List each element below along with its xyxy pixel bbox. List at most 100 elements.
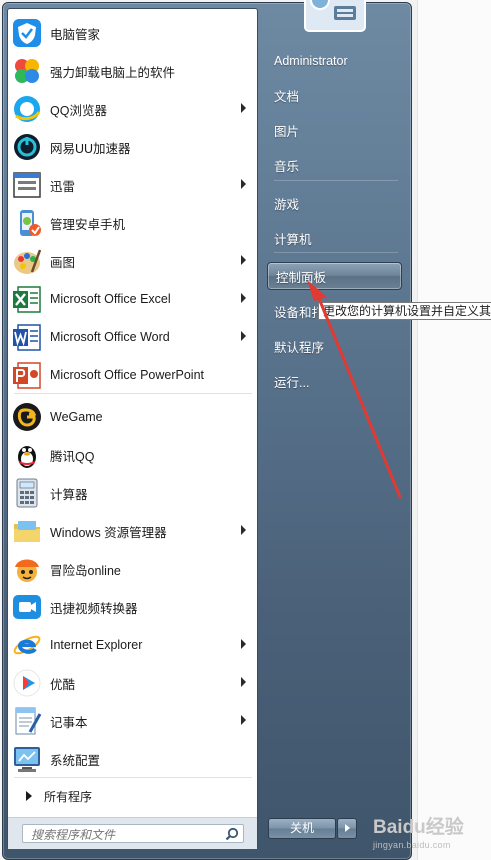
control-panel-link[interactable]: 控制面板 xyxy=(267,262,402,290)
program-item[interactable]: 网易UU加速器 xyxy=(12,128,254,166)
calculator-icon xyxy=(12,478,42,508)
android-manager-icon xyxy=(12,208,42,238)
qq-penguin-icon xyxy=(12,440,42,470)
control-panel-label: 控制面板 xyxy=(276,270,327,285)
submenu-arrow-icon[interactable] xyxy=(241,715,246,725)
word-icon xyxy=(12,322,42,352)
youku-icon xyxy=(12,668,42,698)
program-item[interactable]: 画图 xyxy=(12,242,254,280)
program-item[interactable]: 迅捷视频转换器 xyxy=(12,588,254,626)
submenu-arrow-icon[interactable] xyxy=(241,677,246,687)
all-programs-button[interactable]: 所有程序 xyxy=(12,781,254,811)
program-label: 迅雷 xyxy=(50,179,76,194)
notepad-icon xyxy=(12,706,42,736)
menu-separator xyxy=(14,393,252,394)
submenu-arrow-icon[interactable] xyxy=(241,525,246,535)
program-item[interactable]: Microsoft Office PowerPoint xyxy=(12,356,254,394)
search-field[interactable] xyxy=(22,824,244,843)
user-name-label: Administrator xyxy=(274,54,348,68)
documents-label: 文档 xyxy=(274,89,300,104)
background-sheet xyxy=(417,0,491,860)
program-label: 迅捷视频转换器 xyxy=(50,601,138,616)
program-item[interactable]: 计算器 xyxy=(12,474,254,512)
submenu-arrow-icon[interactable] xyxy=(241,255,246,265)
program-label: 记事本 xyxy=(50,715,88,730)
computer-label: 计算机 xyxy=(274,232,312,247)
submenu-arrow-icon[interactable] xyxy=(241,293,246,303)
windows-explorer-icon xyxy=(12,516,42,546)
program-item[interactable]: 冒险岛online xyxy=(12,550,254,588)
pictures-label: 图片 xyxy=(274,124,300,139)
program-item[interactable]: Microsoft Office Excel xyxy=(12,280,254,318)
submenu-arrow-icon[interactable] xyxy=(241,179,246,189)
default-programs-label: 默认程序 xyxy=(274,340,325,355)
video-converter-icon xyxy=(12,592,42,622)
maplestory-icon xyxy=(12,554,42,584)
games-link[interactable]: 游戏 xyxy=(266,190,404,216)
program-label: QQ浏览器 xyxy=(50,103,107,118)
games-label: 游戏 xyxy=(274,197,300,212)
all-programs-label: 所有程序 xyxy=(44,789,93,804)
program-item[interactable]: 迅雷 xyxy=(12,166,254,204)
program-label: Windows 资源管理器 xyxy=(50,525,167,540)
program-label: Microsoft Office PowerPoint xyxy=(50,368,204,382)
powerpoint-icon xyxy=(12,360,42,390)
program-item[interactable]: WeGame xyxy=(12,398,254,436)
wegame-icon xyxy=(12,402,42,432)
search-icon[interactable] xyxy=(225,827,239,841)
program-item[interactable]: QQ浏览器 xyxy=(12,90,254,128)
program-item[interactable]: 强力卸载电脑上的软件 xyxy=(12,52,254,90)
program-label: Internet Explorer xyxy=(50,638,143,652)
search-input[interactable] xyxy=(29,826,221,843)
internet-explorer-icon xyxy=(12,630,42,660)
program-item[interactable]: 电脑管家 xyxy=(12,14,254,52)
program-label: 电脑管家 xyxy=(50,27,101,42)
program-item[interactable]: 优酷 xyxy=(12,664,254,702)
menu-separator xyxy=(14,777,252,778)
program-item[interactable]: 系统配置 xyxy=(12,740,254,778)
right-separator xyxy=(274,252,398,253)
program-item[interactable]: 腾讯QQ xyxy=(12,436,254,474)
control-panel-tooltip: 更改您的计算机设置并自定义其 xyxy=(318,302,491,320)
submenu-arrow-icon[interactable] xyxy=(241,331,246,341)
search-bar xyxy=(8,817,257,849)
shutdown-options-button[interactable] xyxy=(337,818,357,839)
program-label: 强力卸载电脑上的软件 xyxy=(50,65,176,80)
run-label: 运行... xyxy=(274,375,310,390)
pictures-link[interactable]: 图片 xyxy=(266,117,404,143)
run-link[interactable]: 运行... xyxy=(266,368,404,394)
program-item[interactable]: 管理安卓手机 xyxy=(12,204,254,242)
watermark-brand: Baidu经验 xyxy=(373,817,464,838)
uu-accelerator-icon xyxy=(12,132,42,162)
user-name-link[interactable]: Administrator xyxy=(266,48,404,74)
uninstaller-icon xyxy=(12,56,42,86)
tencent-pc-manager-icon xyxy=(12,18,42,48)
program-label: 优酷 xyxy=(50,677,76,692)
submenu-arrow-icon[interactable] xyxy=(241,639,246,649)
excel-icon xyxy=(12,284,42,314)
submenu-arrow-icon[interactable] xyxy=(241,103,246,113)
computer-link[interactable]: 计算机 xyxy=(266,225,404,251)
program-label: 系统配置 xyxy=(50,753,101,768)
documents-link[interactable]: 文档 xyxy=(266,82,404,108)
music-link[interactable]: 音乐 xyxy=(266,152,404,178)
triangle-right-icon xyxy=(26,791,32,801)
paint-icon xyxy=(12,246,42,276)
watermark-url: jingyan.baidu.com xyxy=(373,840,451,850)
shutdown-button[interactable]: 关机 xyxy=(268,818,336,839)
default-programs-link[interactable]: 默认程序 xyxy=(266,333,404,359)
triangle-right-icon xyxy=(345,824,350,832)
program-label: Microsoft Office Excel xyxy=(50,292,171,306)
system-config-icon xyxy=(12,744,42,774)
program-item[interactable]: Internet Explorer xyxy=(12,626,254,664)
desktop-background xyxy=(411,0,491,860)
program-label: 计算器 xyxy=(50,487,88,502)
program-item[interactable]: Microsoft Office Word xyxy=(12,318,254,356)
program-item[interactable]: Windows 资源管理器 xyxy=(12,512,254,550)
program-label: Microsoft Office Word xyxy=(50,330,170,344)
user-avatar[interactable] xyxy=(304,0,366,32)
program-item[interactable]: 记事本 xyxy=(12,702,254,740)
program-label: 管理安卓手机 xyxy=(50,217,126,232)
xunlei-icon xyxy=(12,170,42,200)
music-label: 音乐 xyxy=(274,159,300,174)
